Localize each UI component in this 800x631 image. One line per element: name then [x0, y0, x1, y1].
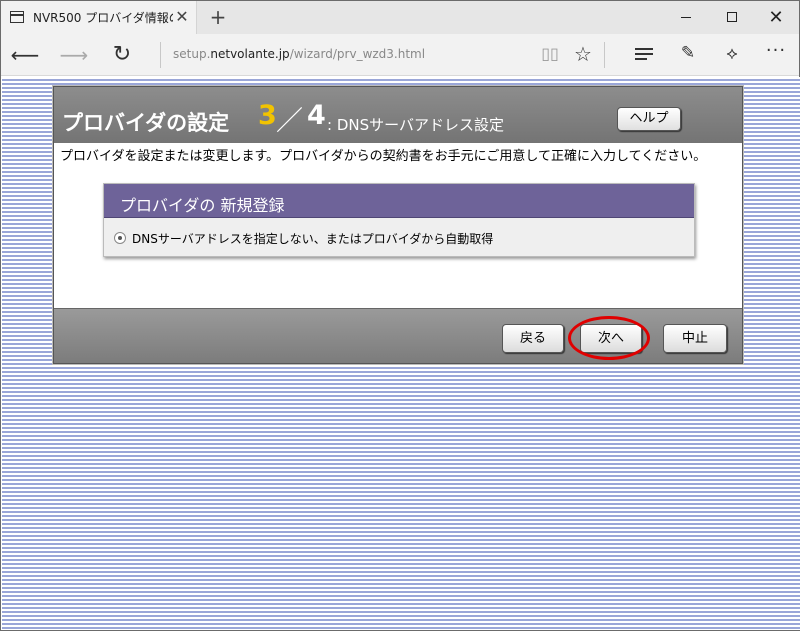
close-window-button[interactable]: ✕ — [753, 1, 799, 34]
favorite-star-icon[interactable]: ☆ — [571, 42, 595, 66]
refresh-icon: ↻ — [112, 42, 132, 67]
tab-close-icon[interactable]: ✕ — [174, 8, 190, 26]
tab-strip: NVR500 プロバイダ情報の ✕ + ✕ — [1, 1, 799, 34]
forward-button[interactable]: ⟶ — [59, 40, 89, 70]
close-icon: ✕ — [768, 7, 784, 28]
registration-title: プロバイダの 新規登録 — [120, 196, 285, 215]
new-tab-button[interactable]: + — [207, 5, 229, 29]
dialog-header: プロバイダの設定 3 ／ 4 : DNSサーバアドレス設定 ヘルプ — [54, 87, 742, 143]
cancel-button[interactable]: 中止 — [663, 324, 727, 353]
share-icon[interactable]: ⟡ — [720, 42, 744, 66]
next-highlight-ring — [568, 316, 650, 360]
dialog-footer: 戻る 次へ 中止 — [54, 308, 742, 363]
step-total: 4 — [307, 100, 326, 131]
tab-title: NVR500 プロバイダ情報の — [33, 11, 173, 25]
step-current: 3 — [258, 100, 277, 131]
registration-header: プロバイダの 新規登録 — [104, 184, 694, 218]
minimize-button[interactable] — [663, 1, 709, 34]
step-separator: ／ — [276, 106, 303, 137]
url-prefix: setup. — [173, 47, 211, 61]
minimize-icon — [681, 16, 691, 18]
intro-text: プロバイダを設定または変更します。プロバイダからの契約書をお手元にご用意して正確… — [60, 149, 707, 164]
hub-icon[interactable] — [633, 43, 655, 65]
tab-page-icon — [10, 11, 24, 23]
url-field[interactable]: setup.netvolante.jp/wizard/prv_wzd3.html — [173, 47, 425, 61]
back-button[interactable]: ⟵ — [10, 40, 40, 70]
page-content: プロバイダの設定 3 ／ 4 : DNSサーバアドレス設定 ヘルプ プロバイダを… — [2, 77, 800, 630]
back-arrow-icon: ⟵ — [10, 43, 40, 67]
url-path: /wizard/prv_wzd3.html — [289, 47, 426, 61]
address-bar: ⟵ ⟶ ↻ setup.netvolante.jp/wizard/prv_wzd… — [1, 34, 799, 76]
provider-setup-dialog: プロバイダの設定 3 ／ 4 : DNSサーバアドレス設定 ヘルプ プロバイダを… — [53, 86, 743, 364]
dns-auto-label[interactable]: DNSサーバアドレスを指定しない、またはプロバイダから自動取得 — [132, 230, 493, 247]
forward-arrow-icon: ⟶ — [59, 43, 89, 67]
browser-window: NVR500 プロバイダ情報の ✕ + ✕ ⟵ ⟶ ↻ setup.netvol… — [0, 0, 800, 631]
toolbar-divider — [604, 42, 605, 68]
help-button[interactable]: ヘルプ — [617, 107, 681, 131]
dns-auto-radio[interactable] — [114, 232, 126, 244]
more-icon[interactable]: ··· — [763, 42, 789, 66]
reading-view-icon[interactable]: ▯▯ — [539, 44, 561, 64]
maximize-icon — [727, 12, 737, 22]
url-host: netvolante.jp — [210, 47, 290, 61]
address-divider — [160, 42, 161, 68]
registration-panel: プロバイダの 新規登録 DNSサーバアドレスを指定しない、またはプロバイダから自… — [103, 183, 695, 257]
browser-tab[interactable]: NVR500 プロバイダ情報の ✕ — [1, 1, 197, 34]
refresh-button[interactable]: ↻ — [107, 40, 137, 70]
dialog-subtitle: : DNSサーバアドレス設定 — [327, 116, 504, 134]
dialog-title: プロバイダの設定 — [62, 111, 230, 135]
web-note-icon[interactable]: ✎ — [677, 42, 699, 64]
maximize-button[interactable] — [709, 1, 755, 34]
back-button-dialog[interactable]: 戻る — [502, 324, 564, 353]
